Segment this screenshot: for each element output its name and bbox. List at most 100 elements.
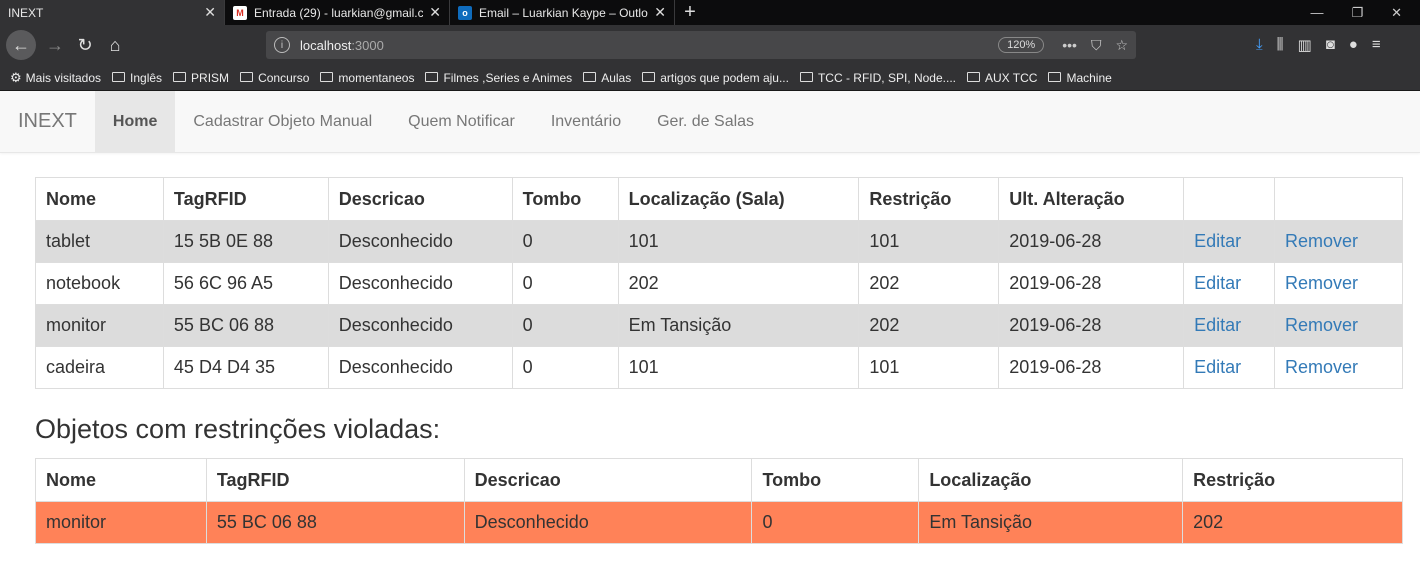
cell-restricao: 202: [1182, 501, 1403, 544]
cell-tag: 56 6C 96 A5: [162, 262, 329, 305]
brand-link[interactable]: INEXT: [0, 91, 95, 152]
minimize-icon[interactable]: —: [1310, 5, 1323, 20]
column-header: TagRFID: [205, 458, 465, 502]
column-header: Localização: [918, 458, 1184, 502]
cell-alteracao: 2019-06-28: [998, 346, 1185, 389]
cell-restricao: 101: [858, 346, 1000, 389]
download-icon[interactable]: ⤓: [1256, 36, 1263, 54]
cell-tag: 55 BC 06 88: [162, 304, 329, 347]
cell-localizacao: Em Tansição: [918, 501, 1184, 544]
table-row: monitor 55 BC 06 88 Desconhecido 0 Em Ta…: [35, 304, 1403, 347]
bookmark-folder[interactable]: Aulas: [583, 71, 631, 85]
cell-nome: monitor: [35, 304, 164, 347]
column-header: Localização (Sala): [617, 177, 860, 221]
cell-tag: 15 5B 0E 88: [162, 220, 329, 263]
cell-localizacao: 202: [617, 262, 860, 305]
browser-tab-inext[interactable]: INEXT ✕: [0, 0, 225, 25]
bookmark-folder[interactable]: AUX TCC: [967, 71, 1037, 85]
edit-link[interactable]: Editar: [1194, 231, 1241, 251]
column-header: Ult. Alteração: [998, 177, 1185, 221]
site-info-icon[interactable]: i: [274, 37, 290, 53]
nav-inventario[interactable]: Inventário: [533, 91, 639, 152]
cell-tombo: 0: [511, 346, 619, 389]
sidebar-icon[interactable]: ▥: [1298, 36, 1312, 54]
close-tab-icon[interactable]: ✕: [204, 4, 216, 21]
folder-icon: [799, 71, 813, 82]
remove-link[interactable]: Remover: [1285, 273, 1358, 293]
back-button[interactable]: ←: [6, 30, 36, 60]
cell-tag: 45 D4 D4 35: [162, 346, 329, 389]
edit-link[interactable]: Editar: [1194, 315, 1241, 335]
cell-descricao: Desconhecido: [327, 220, 513, 263]
edit-link[interactable]: Editar: [1194, 273, 1241, 293]
browser-right-buttons: ⤓ ⫼ ▥ ◙ ● ≡: [1256, 36, 1381, 54]
cell-edit: Editar: [1183, 304, 1276, 347]
library-icon[interactable]: ⫼: [1277, 36, 1284, 54]
column-header: TagRFID: [162, 177, 329, 221]
cell-descricao: Desconhecido: [327, 304, 513, 347]
bookmark-star-icon[interactable]: ☆: [1115, 37, 1128, 54]
folder-icon: [642, 71, 656, 82]
main-content: Nome TagRFID Descricao Tombo Localização…: [0, 153, 1420, 544]
bookmark-folder[interactable]: Machine: [1048, 71, 1112, 85]
cell-alteracao: 2019-06-28: [998, 304, 1185, 347]
url-port: :3000: [351, 37, 384, 53]
close-window-icon[interactable]: ✕: [1391, 5, 1402, 21]
page-actions-icon[interactable]: •••: [1062, 37, 1077, 54]
cell-alteracao: 2019-06-28: [998, 262, 1185, 305]
menu-icon[interactable]: ≡: [1372, 36, 1381, 54]
nav-ger-salas[interactable]: Ger. de Salas: [639, 91, 772, 152]
new-tab-button[interactable]: +: [675, 0, 705, 25]
cell-descricao: Desconhecido: [327, 262, 513, 305]
cell-tombo: 0: [511, 220, 619, 263]
bookmark-folder[interactable]: TCC - RFID, SPI, Node....: [799, 70, 956, 85]
column-header: Descricao: [327, 177, 513, 221]
bookmark-folder[interactable]: momentaneos: [320, 71, 414, 85]
url-bar-actions: ••• ⛉ ☆: [1062, 37, 1128, 54]
browser-toolbar: ← → ↻ ⌂ i localhost:3000 120% ••• ⛉ ☆ ⤓ …: [0, 25, 1420, 65]
bookmark-label: Filmes ,Series e Animes: [443, 70, 573, 85]
column-header: Tombo: [511, 177, 619, 221]
nav-quem-notificar[interactable]: Quem Notificar: [390, 91, 533, 152]
browser-tab-gmail[interactable]: M Entrada (29) - luarkian@gmail.c ✕: [225, 0, 450, 25]
url-bar[interactable]: i localhost:3000 120% ••• ⛉ ☆: [266, 31, 1136, 59]
cell-tag: 55 BC 06 88: [205, 501, 465, 544]
zoom-indicator[interactable]: 120%: [998, 37, 1045, 53]
bookmark-folder[interactable]: artigos que podem aju...: [642, 71, 789, 85]
cell-restricao: 202: [858, 304, 1000, 347]
bookmark-folder[interactable]: PRISM: [173, 71, 229, 85]
cell-alteracao: 2019-06-28: [998, 220, 1185, 263]
app-navbar: INEXT Home Cadastrar Objeto Manual Quem …: [0, 91, 1420, 153]
bookmark-label: AUX TCC: [985, 70, 1038, 85]
bookmark-label: Concurso: [258, 70, 310, 85]
remove-link[interactable]: Remover: [1285, 231, 1358, 251]
bookmark-label: TCC - RFID, SPI, Node....: [817, 70, 956, 85]
bookmark-folder[interactable]: Inglês: [112, 71, 162, 85]
bookmark-folder[interactable]: Concurso: [240, 71, 309, 85]
forward-button[interactable]: →: [40, 30, 70, 60]
bookmark-folder[interactable]: Filmes ,Series e Animes: [425, 71, 572, 85]
remove-link[interactable]: Remover: [1285, 357, 1358, 377]
cell-remove: Remover: [1274, 262, 1403, 305]
extension-icon[interactable]: ◙: [1326, 36, 1335, 54]
tab-title: Entrada (29) - luarkian@gmail.c: [254, 5, 424, 20]
nav-cadastrar-objeto[interactable]: Cadastrar Objeto Manual: [175, 91, 390, 152]
pocket-icon[interactable]: ⛉: [1091, 37, 1102, 54]
remove-link[interactable]: Remover: [1285, 315, 1358, 335]
reload-button[interactable]: ↻: [70, 30, 100, 60]
account-icon[interactable]: ●: [1349, 36, 1358, 54]
restore-icon[interactable]: ❐: [1351, 5, 1363, 21]
close-tab-icon[interactable]: ✕: [429, 4, 441, 21]
cell-tombo: 0: [511, 304, 619, 347]
nav-home[interactable]: Home: [94, 91, 176, 152]
bookmark-label: momentaneos: [338, 70, 415, 85]
url-host: localhost: [300, 37, 352, 53]
home-button[interactable]: ⌂: [100, 30, 130, 60]
browser-tab-outlook[interactable]: o Email – Luarkian Kaype – Outlo ✕: [450, 0, 675, 25]
bookmark-mais-visitados[interactable]: ⚙ Mais visitados: [10, 70, 101, 86]
close-tab-icon[interactable]: ✕: [654, 4, 666, 21]
edit-link[interactable]: Editar: [1194, 357, 1241, 377]
cell-restricao: 101: [858, 220, 1000, 263]
cell-localizacao: 101: [617, 220, 860, 263]
violations-heading: Objetos com restrinções violadas:: [35, 414, 441, 444]
